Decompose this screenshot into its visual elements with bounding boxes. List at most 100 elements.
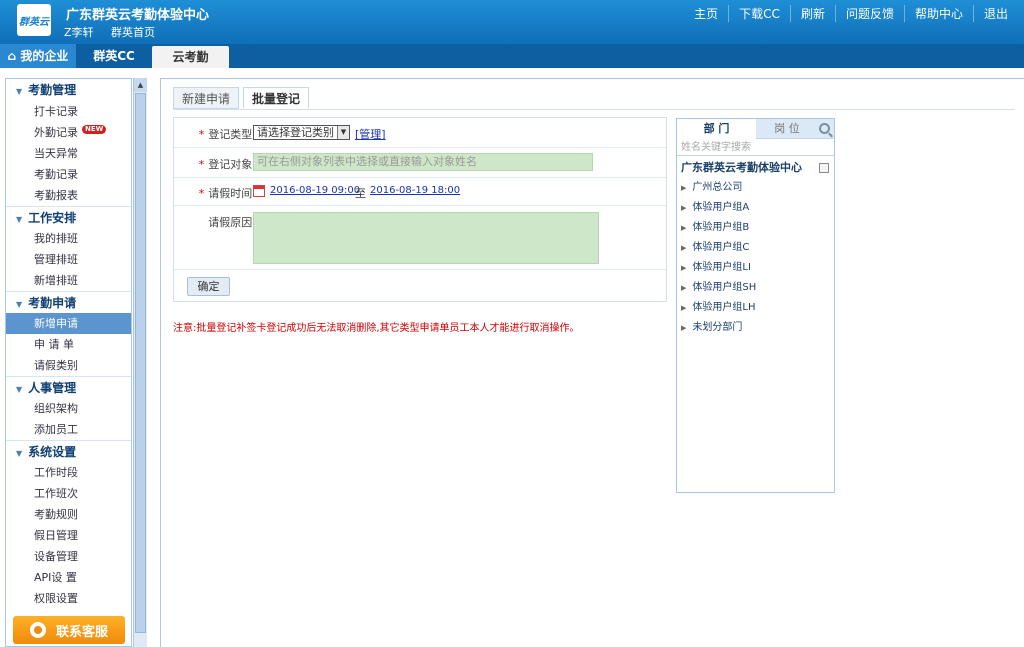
nav-feedback[interactable]: 问题反馈 [834, 5, 904, 22]
tab-department[interactable]: 部 门 [677, 119, 756, 139]
end-time-link[interactable]: 2016-08-19 18:00 [370, 185, 460, 196]
object-picker: 部 门 岗 位 姓名关键字搜索 广东群英云考勤体验中心 ▶ 广州总公司 ▶ 体验用户… [676, 118, 835, 493]
top-tab-strip: ⌂ 我的企业 群英CC 云考勤 [0, 44, 1024, 68]
org-root-checkbox[interactable] [819, 163, 829, 173]
required-mark: * [198, 158, 205, 171]
nav-download-cc[interactable]: 下载CC [728, 5, 790, 22]
group-label: 考勤申请 [28, 296, 77, 310]
contact-service-button[interactable]: 联系客服 [13, 616, 125, 644]
sidebar-item-api-settings[interactable]: API设 置 [6, 567, 131, 588]
dept-label: 体验用户组LH [692, 302, 756, 313]
dept-item[interactable]: ▶ 体验用户组A [677, 198, 834, 218]
target-label: * 登记对象: [174, 156, 256, 172]
sidebar-item-new-request[interactable]: 新增申请 [6, 313, 131, 334]
group-label: 考勤管理 [28, 83, 77, 97]
tab-cloud-attendance[interactable]: 云考勤 [152, 46, 229, 68]
dept-item[interactable]: ▶ 未划分部门 [677, 318, 834, 338]
name-search-input[interactable]: 姓名关键字搜索 [677, 139, 834, 156]
org-root[interactable]: 广东群英云考勤体验中心 [677, 158, 834, 178]
top-nav: 主页 下载CC 刷新 问题反馈 帮助中心 退出 [684, 5, 1018, 22]
sidebar-item-label: 外勤记录 [34, 126, 78, 139]
sidebar-item-today-exceptions[interactable]: 当天异常 [6, 143, 131, 164]
tab-my-enterprise[interactable]: ⌂ 我的企业 [0, 44, 76, 68]
sidebar-item-field-records[interactable]: 外勤记录 NEW [6, 122, 131, 143]
form-row-target: * 登记对象: 可在右侧对象列表中选择或直接输入对象姓名 [174, 148, 666, 178]
sidebar-group-attendance[interactable]: ▼ 考勤管理 [6, 79, 131, 101]
nav-help[interactable]: 帮助中心 [903, 5, 973, 22]
calendar-icon[interactable] [253, 185, 265, 197]
dept-item[interactable]: ▶ 体验用户组B [677, 218, 834, 238]
dept-label: 体验用户组LI [692, 262, 751, 273]
sidebar-group-hr[interactable]: ▼ 人事管理 [6, 376, 131, 398]
tab-my-enterprise-label: 我的企业 [20, 49, 69, 63]
triangle-right-icon: ▶ [681, 184, 687, 192]
sidebar-item-manage-schedule[interactable]: 管理排班 [6, 249, 131, 270]
triangle-right-icon: ▶ [681, 244, 687, 252]
nav-home[interactable]: 主页 [684, 5, 728, 22]
scroll-up-arrow-icon[interactable]: ▲ [134, 78, 147, 92]
dept-item[interactable]: ▶ 体验用户组C [677, 238, 834, 258]
manage-link[interactable]: [管理] [355, 126, 386, 142]
sidebar-item-my-schedule[interactable]: 我的排班 [6, 228, 131, 249]
dept-item[interactable]: ▶ 体验用户组LI [677, 258, 834, 278]
type-label-text: 登记类型: [208, 128, 256, 141]
dept-label: 未划分部门 [692, 322, 743, 333]
dept-label: 体验用户组C [692, 242, 750, 253]
form-row-time: * 请假时间: 2016-08-19 09:00 至 2016-08-19 18:… [174, 178, 666, 206]
form-row-actions: 确定 [174, 270, 666, 301]
sidebar-group-requests[interactable]: ▼ 考勤申请 [6, 291, 131, 313]
sidebar-item-holidays[interactable]: 假日管理 [6, 525, 131, 546]
sidebar-item-attendance-records[interactable]: 考勤记录 [6, 164, 131, 185]
sidebar-item-add-employee[interactable]: 添加员工 [6, 419, 131, 440]
sidebar-item-add-schedule[interactable]: 新增排班 [6, 270, 131, 291]
sidebar-item-org-structure[interactable]: 组织架构 [6, 398, 131, 419]
user-name[interactable]: Z李轩 [64, 26, 94, 39]
triangle-down-icon: ▼ [16, 449, 23, 458]
home-icon: ⌂ [7, 49, 21, 63]
sidebar: ▼ 考勤管理 打卡记录 外勤记录 NEW 当天异常 考勤记录 考勤报表 ▼ 工作安排 … [5, 78, 132, 647]
start-time-link[interactable]: 2016-08-19 09:00 [270, 185, 360, 196]
required-mark: * [198, 187, 205, 200]
sidebar-item-request-list[interactable]: 申 请 单 [6, 334, 131, 355]
type-select-value: 请选择登记类别 [257, 126, 334, 139]
sidebar-item-work-shifts[interactable]: 工作班次 [6, 483, 131, 504]
confirm-button[interactable]: 确定 [187, 277, 230, 296]
triangle-down-icon: ▼ [16, 87, 23, 96]
sidebar-scrollbar[interactable]: ▲ [133, 78, 147, 647]
search-icon[interactable] [819, 123, 830, 134]
app-logo[interactable]: 群英云 [17, 4, 51, 36]
home-link[interactable]: 群英首页 [111, 26, 155, 39]
tab-qunying-cc[interactable]: 群英CC [76, 44, 152, 68]
type-select[interactable]: 请选择登记类别 ▼ [253, 125, 350, 140]
sidebar-item-permissions[interactable]: 权限设置 [6, 588, 131, 609]
tab-new-request[interactable]: 新建申请 [173, 87, 240, 109]
reason-label: 请假原因: [208, 216, 256, 229]
triangle-right-icon: ▶ [681, 324, 687, 332]
dept-item[interactable]: ▶ 体验用户组LH [677, 298, 834, 318]
triangle-right-icon: ▶ [681, 204, 687, 212]
dept-item[interactable]: ▶ 体验用户组SH [677, 278, 834, 298]
tab-batch-register[interactable]: 批量登记 [243, 87, 310, 109]
triangle-down-icon: ▼ [16, 300, 23, 309]
sidebar-item-devices[interactable]: 设备管理 [6, 546, 131, 567]
target-input[interactable]: 可在右侧对象列表中选择或直接输入对象姓名 [253, 153, 593, 171]
sidebar-item-leave-types[interactable]: 请假类别 [6, 355, 131, 376]
nav-logout[interactable]: 退出 [972, 5, 1018, 22]
sidebar-item-punch-records[interactable]: 打卡记录 [6, 101, 131, 122]
sidebar-item-attendance-report[interactable]: 考勤报表 [6, 185, 131, 206]
logo-text: 群英云 [19, 16, 49, 28]
time-label: * 请假时间: [174, 185, 256, 201]
scroll-thumb[interactable] [135, 93, 146, 633]
sidebar-group-settings[interactable]: ▼ 系统设置 [6, 440, 131, 462]
tab-position[interactable]: 岗 位 [757, 119, 817, 139]
org-root-label: 广东群英云考勤体验中心 [681, 161, 802, 174]
sidebar-item-attendance-rules[interactable]: 考勤规则 [6, 504, 131, 525]
sidebar-group-schedule[interactable]: ▼ 工作安排 [6, 206, 131, 228]
dept-item[interactable]: ▶ 广州总公司 [677, 178, 834, 198]
reason-textarea[interactable] [253, 212, 599, 264]
triangle-down-icon: ▼ [16, 215, 23, 224]
target-label-text: 登记对象: [208, 158, 256, 171]
nav-refresh[interactable]: 刷新 [789, 5, 835, 22]
sidebar-item-work-periods[interactable]: 工作时段 [6, 462, 131, 483]
group-label: 工作安排 [28, 211, 77, 225]
